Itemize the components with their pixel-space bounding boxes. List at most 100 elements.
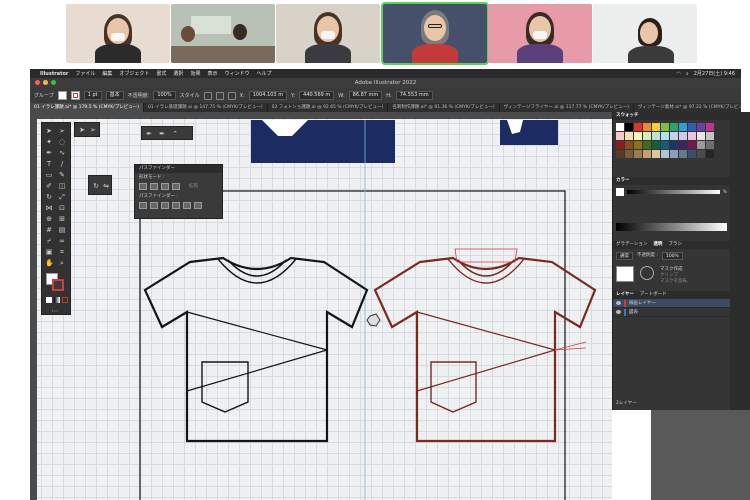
layer-name-1[interactable]: 線画レイヤー <box>629 300 656 306</box>
floating-panel-pen[interactable]: ✒ ✒ ⌃ <box>141 126 193 140</box>
menu-file[interactable]: ファイル <box>75 70 95 77</box>
lasso-tool-icon[interactable]: ◌ <box>58 138 66 146</box>
swatch-cell[interactable] <box>625 150 633 158</box>
intersect-icon[interactable] <box>161 183 169 190</box>
swatch-cell[interactable] <box>670 123 678 131</box>
zoom-window-button[interactable] <box>51 80 56 85</box>
swatch-cell[interactable] <box>661 141 669 149</box>
doc-tab-1[interactable]: 01 イラレ課題.ai* @ 179.5 % (CMYK/プレビュー) <box>30 103 144 112</box>
video-tile-5[interactable] <box>488 4 592 63</box>
doc-tab-5[interactable]: ヴィンテージフライヤー.ai @ 117.77 % (CMYK/プレビュー) <box>500 103 634 112</box>
w-field[interactable]: 86.87 mm <box>348 91 383 100</box>
mesh-tool-icon[interactable]: # <box>45 226 53 234</box>
swatch-cell[interactable] <box>697 132 705 140</box>
visibility-eye-icon[interactable] <box>616 301 621 305</box>
float-direct-selection-icon[interactable]: ➢ <box>89 126 97 134</box>
blend-mode-select[interactable]: 通常 <box>616 252 633 260</box>
swatch-cell[interactable] <box>688 150 696 158</box>
swatch-cell[interactable] <box>643 132 651 140</box>
swatch-cell[interactable] <box>634 141 642 149</box>
swatch-cell[interactable] <box>625 123 633 131</box>
swatch-cell[interactable] <box>616 123 624 131</box>
menu-view[interactable]: 表示 <box>207 70 217 77</box>
swatch-cell[interactable] <box>679 150 687 158</box>
trim-icon[interactable] <box>150 202 158 209</box>
perspective-tool-icon[interactable]: ⊞ <box>58 215 66 223</box>
video-tile-4-speaking[interactable] <box>381 2 489 65</box>
hand-tool-icon[interactable]: ✋ <box>45 259 54 267</box>
shape-builder-tool-icon[interactable]: ⊕ <box>45 215 53 223</box>
float-reflect-icon[interactable]: ⇋ <box>102 182 110 190</box>
layer-row-1[interactable]: 線画レイヤー <box>613 299 730 308</box>
eyedropper-tool-icon[interactable]: ⌿ <box>45 237 53 245</box>
paintbrush-tool-icon[interactable]: ✎ <box>58 171 66 179</box>
color-mode-icon[interactable] <box>46 297 52 303</box>
color-slider[interactable] <box>627 190 720 194</box>
swatch-cell[interactable] <box>706 141 714 149</box>
stroke-color-icon[interactable] <box>52 279 64 291</box>
menu-help[interactable]: ヘルプ <box>256 70 271 77</box>
swatch-cell[interactable] <box>661 132 669 140</box>
video-tile-2[interactable] <box>171 4 275 63</box>
line-tool-icon[interactable]: / <box>58 160 66 168</box>
minimize-window-button[interactable] <box>43 80 48 85</box>
menu-select[interactable]: 選択 <box>173 70 183 77</box>
menu-app-name[interactable]: Illustrator <box>40 71 68 77</box>
zoom-tool-icon[interactable]: ⌕ <box>58 259 66 267</box>
float-anchor-icon[interactable]: ⌃ <box>171 130 179 138</box>
swatch-cell[interactable] <box>688 132 696 140</box>
swatch-cell[interactable] <box>625 132 633 140</box>
video-tile-3[interactable] <box>276 4 380 63</box>
wifi-icon[interactable]: ◠ <box>677 71 681 77</box>
more-tools-icon[interactable]: ⋯ <box>51 307 59 315</box>
search-icon[interactable]: ⌕ <box>686 71 689 77</box>
divide-icon[interactable] <box>139 202 147 209</box>
swatch-cell[interactable] <box>697 123 705 131</box>
eraser-tool-icon[interactable]: ◫ <box>58 182 66 190</box>
color-fill-icon[interactable] <box>616 188 624 196</box>
curvature-tool-icon[interactable]: ∿ <box>58 149 66 157</box>
minus-back-icon[interactable] <box>194 202 202 209</box>
gradient-mode-icon[interactable] <box>54 297 60 303</box>
swatch-cell[interactable] <box>706 123 714 131</box>
artboards-tab[interactable]: アートボード <box>640 291 667 299</box>
stroke-weight-field[interactable]: 1 pt <box>83 91 102 100</box>
merge-icon[interactable] <box>161 202 169 209</box>
swatch-cell[interactable] <box>670 150 678 158</box>
swatch-cell[interactable] <box>652 141 660 149</box>
x-field[interactable]: 1004.103 m <box>248 91 288 100</box>
swatch-cell[interactable] <box>688 123 696 131</box>
swatch-cell[interactable] <box>652 150 660 158</box>
swatch-cell[interactable] <box>652 123 660 131</box>
float-pen-icon[interactable]: ✒ <box>145 130 153 138</box>
stroke-swatch[interactable] <box>70 91 80 100</box>
unite-icon[interactable] <box>139 183 147 190</box>
fill-swatch[interactable] <box>57 91 67 100</box>
swatch-cell[interactable] <box>634 123 642 131</box>
close-window-button[interactable] <box>35 80 40 85</box>
transparency-opacity-field[interactable]: 100% <box>661 252 683 260</box>
pathfinder-title[interactable]: パスファインダー <box>135 165 222 173</box>
magic-wand-tool-icon[interactable]: ✦ <box>45 138 53 146</box>
swatches-header[interactable]: スウォッチ <box>613 112 730 120</box>
slice-tool-icon[interactable]: ⌗ <box>58 248 66 256</box>
swatch-cell[interactable] <box>625 141 633 149</box>
y-field[interactable]: 440.569 m <box>299 91 335 100</box>
swatch-cell[interactable] <box>697 150 705 158</box>
swatch-cell[interactable] <box>706 132 714 140</box>
menubar-datetime[interactable]: 2月27日(土) 9:46 <box>694 70 735 77</box>
swatch-cell[interactable] <box>616 150 624 158</box>
swatch-cell[interactable] <box>670 132 678 140</box>
color-spectrum[interactable] <box>616 223 727 231</box>
type-tool-icon[interactable]: T <box>45 160 53 168</box>
visibility-eye-icon[interactable] <box>616 310 621 314</box>
swatch-cell[interactable] <box>616 141 624 149</box>
layer-name-2[interactable]: 図表 <box>629 309 638 315</box>
video-tile-6[interactable] <box>593 4 697 63</box>
gradient-tab[interactable]: グラデーション <box>616 241 647 249</box>
swatch-cell[interactable] <box>616 132 624 140</box>
swatch-cell[interactable] <box>670 141 678 149</box>
invert-mask-checkbox[interactable]: マスクを反転 <box>660 278 687 284</box>
pen-tool-icon[interactable]: ✒ <box>45 149 53 157</box>
swatch-cell[interactable] <box>688 141 696 149</box>
